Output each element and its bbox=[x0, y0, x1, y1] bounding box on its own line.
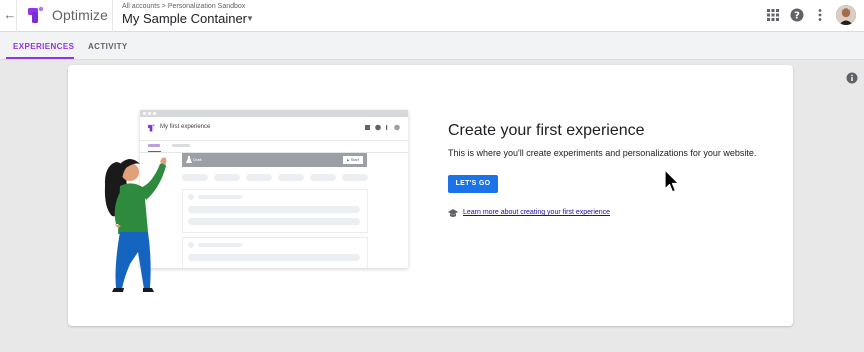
illustration-dot bbox=[188, 242, 194, 248]
illustration-pill bbox=[198, 195, 242, 199]
illustration-pill bbox=[188, 218, 360, 225]
illustration-tab-label bbox=[172, 144, 190, 147]
product-name: Optimize bbox=[52, 7, 109, 23]
illustration-pill bbox=[198, 243, 242, 247]
illustration-pill bbox=[278, 174, 304, 181]
illustration-pill bbox=[214, 174, 240, 181]
active-tab-indicator bbox=[6, 57, 74, 59]
breadcrumb-item-accounts[interactable]: All accounts bbox=[122, 3, 160, 10]
caret-down-icon[interactable]: ▼ bbox=[246, 14, 254, 23]
illustration-window-dot bbox=[143, 112, 146, 115]
breadcrumb: All accounts > Personalization Sandbox bbox=[122, 3, 245, 10]
play-icon: ▶ bbox=[347, 158, 350, 162]
svg-text:?: ? bbox=[794, 11, 800, 22]
breadcrumb-item-account[interactable]: Personalization Sandbox bbox=[168, 3, 245, 10]
apps-grid-icon[interactable] bbox=[766, 8, 780, 22]
optimize-logo bbox=[28, 6, 44, 23]
illustration-draft-bar bbox=[182, 153, 367, 167]
illustration-variant-card bbox=[182, 237, 368, 268]
help-icon[interactable]: ? bbox=[790, 8, 804, 22]
illustration-tabs bbox=[140, 141, 408, 153]
app-header: ← Optimize All accounts > Personalization … bbox=[0, 0, 864, 32]
illustration-start-button: ▶ Start bbox=[343, 156, 363, 164]
avatar[interactable] bbox=[836, 5, 856, 25]
illustration-variant-card bbox=[182, 189, 368, 233]
illustration-pill bbox=[310, 174, 336, 181]
illustration-tab-label bbox=[148, 144, 160, 147]
illustration-pill bbox=[188, 254, 360, 261]
mouse-cursor-icon bbox=[664, 169, 680, 193]
illustration-dot bbox=[188, 194, 194, 200]
more-vert-icon[interactable] bbox=[813, 8, 827, 22]
info-panel-toggle-icon[interactable] bbox=[846, 72, 858, 84]
empty-state-description: This is where you'll create experiments … bbox=[448, 148, 757, 158]
container-selector[interactable]: My Sample Container bbox=[122, 11, 247, 26]
experience-illustration: My first experience Draft ▶ Start bbox=[140, 110, 408, 268]
illustration-pill bbox=[188, 206, 360, 213]
header-divider bbox=[16, 0, 17, 32]
illustration-pill bbox=[342, 174, 368, 181]
illustration-title: My first experience bbox=[160, 124, 211, 130]
illustration-status: Draft bbox=[193, 157, 202, 162]
illustration-flask-icon bbox=[186, 156, 192, 163]
woman-illustration bbox=[104, 157, 167, 292]
tab-experiences[interactable]: EXPERIENCES bbox=[13, 42, 74, 51]
breadcrumb-separator: > bbox=[161, 3, 166, 10]
illustration-pill bbox=[182, 174, 208, 181]
header-divider-2 bbox=[112, 0, 113, 32]
illustration-browser-bar bbox=[140, 110, 408, 117]
lets-go-button[interactable]: LET'S GO bbox=[448, 175, 498, 193]
illustration-optimize-logo bbox=[147, 124, 155, 132]
illustration-header-icons bbox=[365, 124, 400, 131]
tab-activity[interactable]: ACTIVITY bbox=[88, 42, 128, 51]
illustration-pill bbox=[246, 174, 272, 181]
school-cap-icon bbox=[448, 209, 458, 217]
learn-more-link[interactable]: Learn more about creating your first exp… bbox=[463, 209, 610, 216]
illustration-start-label: Start bbox=[350, 157, 359, 162]
empty-state-title: Create your first experience bbox=[448, 122, 645, 139]
tab-bar: EXPERIENCES ACTIVITY bbox=[0, 32, 864, 60]
illustration-window-dot bbox=[148, 112, 151, 115]
illustration-window-dot bbox=[153, 112, 156, 115]
